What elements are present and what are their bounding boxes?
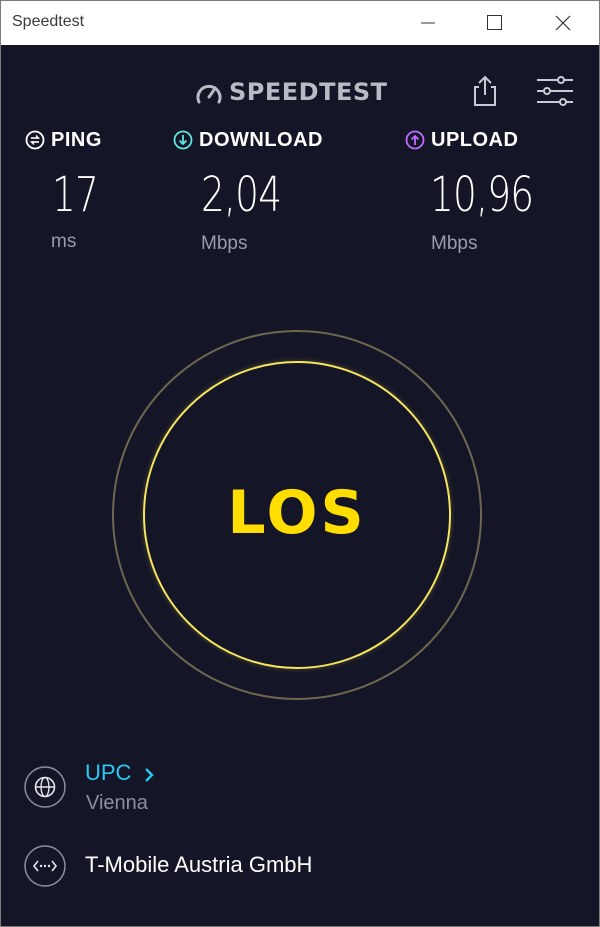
- go-button[interactable]: LOS: [143, 361, 451, 669]
- ping-label: PING: [51, 129, 102, 151]
- connection-icon: [24, 845, 66, 887]
- globe-icon: [24, 766, 66, 808]
- upload-arrow-icon: [405, 130, 425, 150]
- share-button[interactable]: [470, 75, 500, 107]
- share-icon: [474, 75, 496, 106]
- speedtest-window: Speedtest SPEEDTEST PING 17 ms DOWNLOAD …: [0, 0, 600, 927]
- go-button-label: LOS: [227, 478, 367, 548]
- upload-label: UPLOAD: [431, 129, 519, 151]
- minimize-button[interactable]: [397, 1, 459, 45]
- maximize-icon: [487, 15, 502, 30]
- download-value: 2,04: [201, 167, 282, 223]
- upload-value: 10,96: [430, 167, 534, 223]
- logo-text: SPEEDTEST: [229, 78, 388, 106]
- server-name-link[interactable]: UPC: [85, 760, 131, 786]
- speedometer-logo-icon: [196, 84, 222, 104]
- isp-name: T-Mobile Austria GmbH: [85, 852, 313, 877]
- sliders-icon: [537, 76, 573, 106]
- maximize-button[interactable]: [463, 1, 525, 45]
- ping-value: 17: [52, 167, 99, 223]
- download-unit: Mbps: [201, 233, 248, 254]
- go-button-area: LOS: [112, 330, 482, 700]
- ping-unit: ms: [51, 231, 77, 252]
- chevron-right-icon[interactable]: [143, 767, 155, 783]
- close-icon: [555, 15, 571, 31]
- close-button[interactable]: [531, 1, 593, 45]
- window-title: Speedtest: [12, 13, 85, 30]
- ping-icon: [25, 130, 45, 150]
- minimize-icon: [421, 22, 435, 24]
- download-arrow-icon: [173, 130, 193, 150]
- upload-unit: Mbps: [431, 233, 478, 254]
- download-label: DOWNLOAD: [199, 129, 323, 151]
- app-content: SPEEDTEST PING 17 ms DOWNLOAD 2,04 Mbps …: [1, 45, 599, 926]
- settings-button[interactable]: [536, 76, 574, 106]
- server-location: Vienna: [86, 792, 148, 814]
- title-bar[interactable]: Speedtest: [1, 1, 599, 45]
